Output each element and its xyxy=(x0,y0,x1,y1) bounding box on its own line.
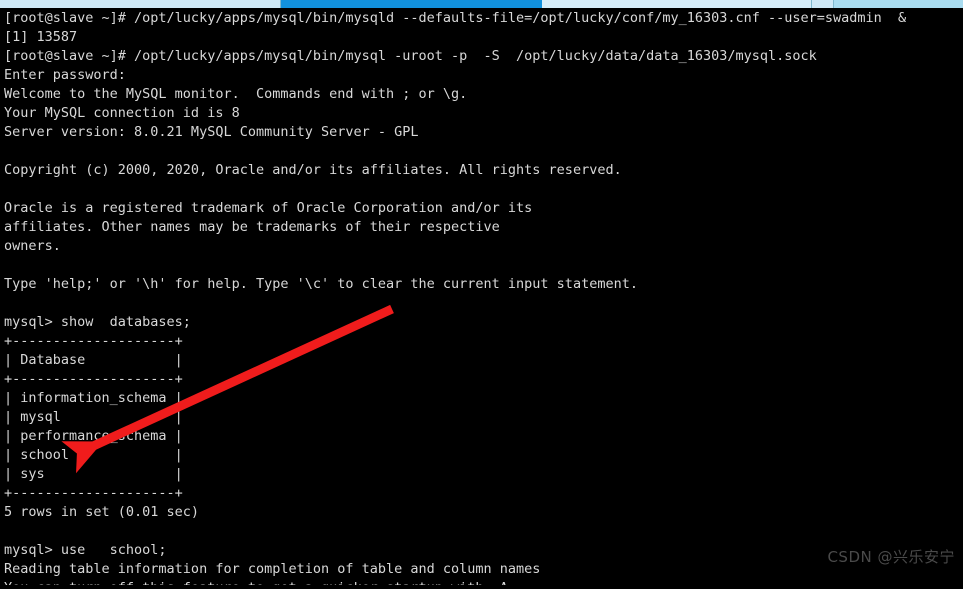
browser-tab-1[interactable] xyxy=(0,0,281,8)
terminal-line: Server version: 8.0.21 MySQL Community S… xyxy=(4,123,963,142)
terminal-line: | Database | xyxy=(4,351,963,370)
terminal-line: Enter password: xyxy=(4,66,963,85)
terminal-line xyxy=(4,180,963,199)
terminal-line: mysql> show databases; xyxy=(4,313,963,332)
browser-tab-3[interactable] xyxy=(542,0,812,8)
terminal-line xyxy=(4,256,963,275)
terminal-line: [1] 13587 xyxy=(4,28,963,47)
csdn-watermark: CSDN @兴乐安宁 xyxy=(827,546,955,567)
terminal-output: [root@slave ~]# /opt/lucky/apps/mysql/bi… xyxy=(4,10,963,585)
terminal-line: Oracle is a registered trademark of Orac… xyxy=(4,199,963,218)
terminal-line: +--------------------+ xyxy=(4,370,963,389)
terminal-window[interactable]: [root@slave ~]# /opt/lucky/apps/mysql/bi… xyxy=(0,10,963,585)
browser-tab-strip xyxy=(0,0,963,8)
terminal-line: | information_schema | xyxy=(4,389,963,408)
terminal-line: Reading table information for completion… xyxy=(4,560,963,579)
terminal-line: | performance_schema | xyxy=(4,427,963,446)
terminal-line: Type 'help;' or '\h' for help. Type '\c'… xyxy=(4,275,963,294)
terminal-line: mysql> use school; xyxy=(4,541,963,560)
terminal-line: Welcome to the MySQL monitor. Commands e… xyxy=(4,85,963,104)
terminal-line xyxy=(4,522,963,541)
terminal-line: +--------------------+ xyxy=(4,484,963,503)
browser-tab-strip-filler xyxy=(834,0,963,8)
browser-tab-2-active[interactable] xyxy=(281,0,542,8)
terminal-line: | mysql | xyxy=(4,408,963,427)
terminal-line: You can turn off this feature to get a q… xyxy=(4,579,963,585)
terminal-line: Copyright (c) 2000, 2020, Oracle and/or … xyxy=(4,161,963,180)
terminal-line: 5 rows in set (0.01 sec) xyxy=(4,503,963,522)
terminal-line: owners. xyxy=(4,237,963,256)
terminal-line: [root@slave ~]# /opt/lucky/apps/mysql/bi… xyxy=(4,10,963,28)
terminal-line xyxy=(4,142,963,161)
terminal-line: Your MySQL connection id is 8 xyxy=(4,104,963,123)
terminal-line: affiliates. Other names may be trademark… xyxy=(4,218,963,237)
terminal-line: [root@slave ~]# /opt/lucky/apps/mysql/bi… xyxy=(4,47,963,66)
browser-tab-4[interactable] xyxy=(812,0,834,8)
terminal-line xyxy=(4,294,963,313)
terminal-line: +--------------------+ xyxy=(4,332,963,351)
terminal-line: | sys | xyxy=(4,465,963,484)
terminal-line: | school | xyxy=(4,446,963,465)
